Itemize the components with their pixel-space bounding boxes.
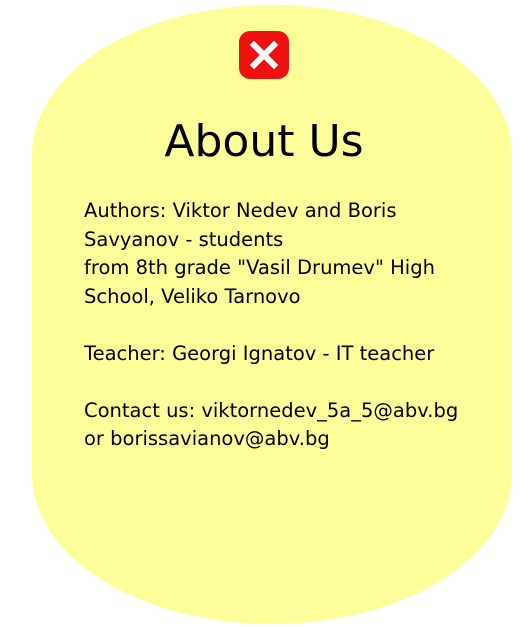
about-content: Authors: Viktor Nedev and Boris Savyanov…: [84, 197, 464, 454]
authors-text: Authors: Viktor Nedev and Boris Savyanov…: [84, 197, 464, 311]
authors-line-3: from 8th grade "Vasil Drumev" High: [84, 256, 435, 279]
authors-line-2: Savyanov - students: [84, 227, 284, 251]
contact-line-2: or borissavianov@abv.bg: [84, 427, 330, 450]
contact-line-1: Contact us: viktornedev_5a_5@abv.bg: [84, 398, 459, 422]
teacher-line: Teacher: Georgi Ignatov - IT teacher: [84, 341, 435, 365]
close-button[interactable]: [239, 31, 289, 79]
contact-text: Contact us: viktornedev_5a_5@abv.bg or b…: [84, 397, 464, 454]
page-title: About Us: [164, 116, 364, 167]
teacher-text: Teacher: Georgi Ignatov - IT teacher: [84, 340, 464, 369]
authors-line-4: School, Veliko Tarnovo: [84, 284, 301, 308]
authors-line-1: Authors: Viktor Nedev and Boris: [84, 199, 397, 222]
about-dialog: About Us Authors: Viktor Nedev and Boris…: [0, 0, 528, 627]
close-x-icon: [249, 40, 279, 70]
